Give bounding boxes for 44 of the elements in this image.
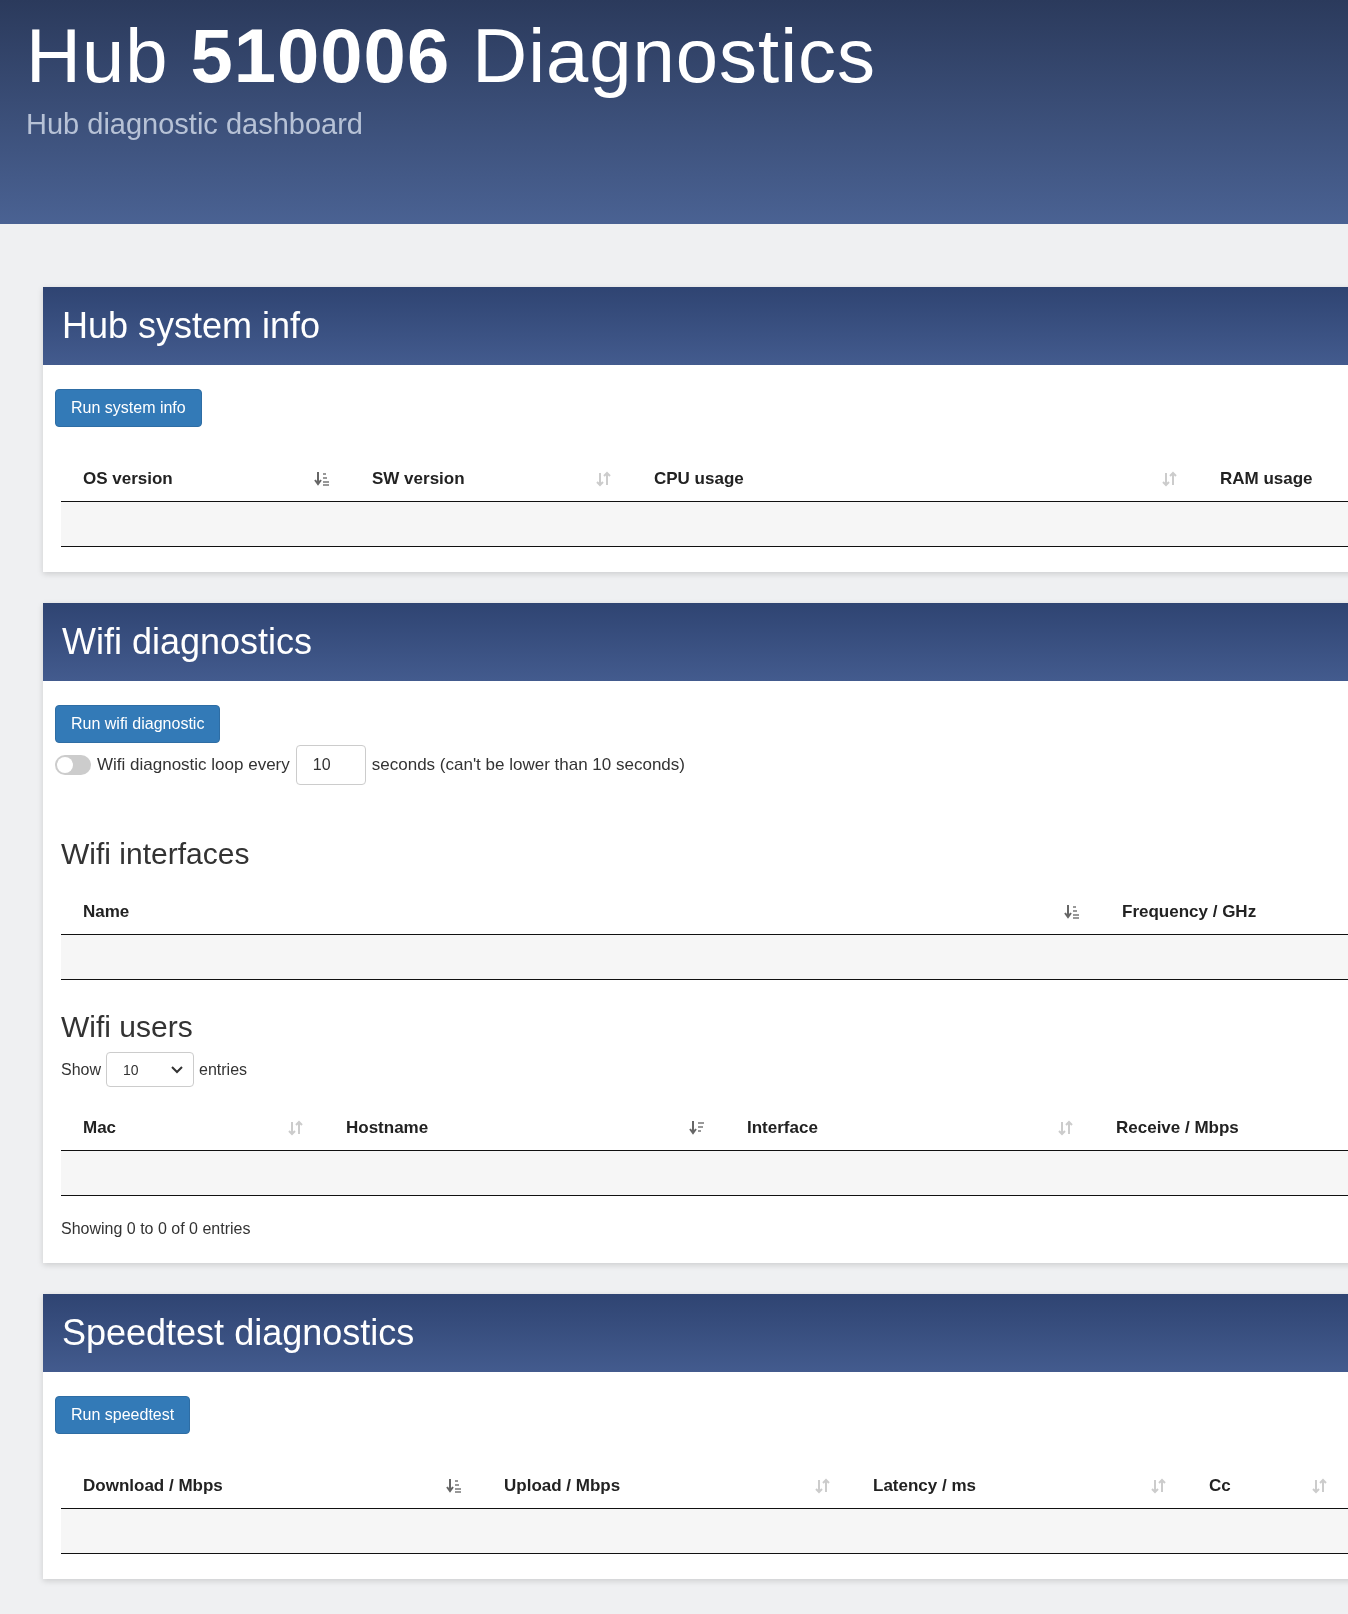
subsection-title: Wifi interfaces — [61, 837, 250, 871]
subsection-title: Wifi users — [61, 1010, 193, 1044]
sort-ascending-icon — [446, 1477, 462, 1494]
sort-descending-icon — [689, 1119, 705, 1136]
column-header[interactable]: OS version — [61, 456, 350, 501]
sort-icon — [1162, 470, 1178, 487]
run-button[interactable]: Run speedtest — [55, 1396, 191, 1434]
page-subtitle: Hub diagnostic dashboard — [26, 108, 363, 141]
card-title: Speedtest diagnostics — [62, 1312, 415, 1354]
column-header[interactable]: CPU usage — [632, 456, 1198, 501]
column-header[interactable]: Cc — [1187, 1463, 1348, 1508]
column-header[interactable]: SW version — [350, 456, 632, 501]
column-header[interactable]: Upload / Mbps — [482, 1463, 851, 1508]
card-title: Wifi diagnostics — [62, 621, 313, 663]
show-label: Show — [61, 1060, 102, 1079]
sort-icon — [1151, 1477, 1167, 1494]
run-button[interactable]: Run wifi diagnostic — [55, 705, 221, 743]
sort-icon — [596, 470, 612, 487]
column-header[interactable]: Receive / Mbps — [1094, 1105, 1348, 1150]
entries-label: entries — [199, 1060, 248, 1079]
chevron-down-icon — [171, 1065, 184, 1074]
sort-icon — [288, 1119, 304, 1136]
column-header[interactable]: Name — [61, 889, 1100, 934]
column-header[interactable]: Frequency / GHz — [1100, 889, 1348, 934]
sort-ascending-icon — [1064, 903, 1080, 920]
loop-hint: seconds (can't be lower than 10 seconds) — [371, 755, 685, 775]
table-info: Showing 0 to 0 of 0 entries — [61, 1220, 251, 1238]
column-header[interactable]: RAM usage — [1198, 456, 1348, 501]
column-header[interactable]: Download / Mbps — [61, 1463, 482, 1508]
entries-select[interactable]: 10 — [106, 1052, 195, 1087]
sort-icon — [1058, 1119, 1074, 1136]
interval-input[interactable]: 10 — [295, 745, 366, 785]
column-header[interactable]: Latency / ms — [851, 1463, 1187, 1508]
column-header[interactable]: Interface — [725, 1105, 1094, 1150]
loop-label: Wifi diagnostic loop every — [97, 755, 290, 775]
column-header[interactable]: Hostname — [324, 1105, 725, 1150]
sort-ascending-icon — [314, 470, 330, 487]
column-header[interactable]: Mac — [61, 1105, 324, 1150]
toggle-switch[interactable] — [55, 755, 91, 775]
run-button[interactable]: Run system info — [55, 389, 202, 427]
card-title: Hub system info — [62, 305, 321, 347]
page-title: Hub 510006 Diagnostics — [26, 14, 877, 98]
sort-icon — [815, 1477, 831, 1494]
sort-icon — [1312, 1477, 1328, 1494]
